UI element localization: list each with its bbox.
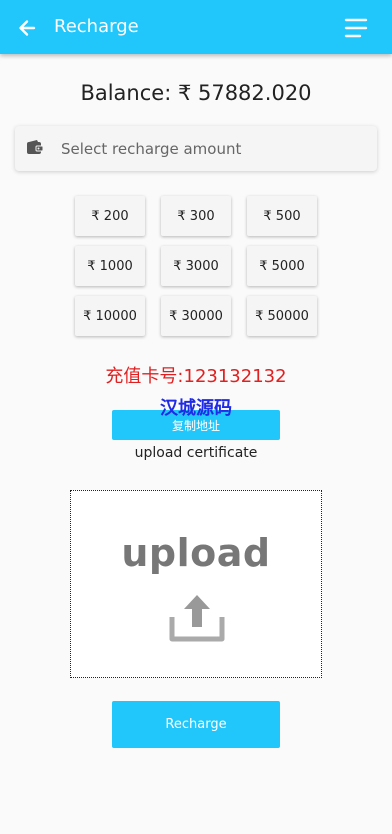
menu-button[interactable]	[344, 16, 368, 40]
select-placeholder: Select recharge amount	[61, 140, 242, 158]
amount-button-1000[interactable]: ₹ 1000	[75, 246, 145, 286]
upload-certificate-area[interactable]: upload	[70, 490, 322, 678]
amount-button-200[interactable]: ₹ 200	[75, 196, 145, 236]
recharge-amount-select[interactable]: Select recharge amount	[15, 126, 377, 171]
amount-button-300[interactable]: ₹ 300	[161, 196, 231, 236]
amount-button-500[interactable]: ₹ 500	[247, 196, 317, 236]
amount-button-50000[interactable]: ₹ 50000	[247, 296, 317, 336]
amount-button-5000[interactable]: ₹ 5000	[247, 246, 317, 286]
upload-certificate-label: upload certificate	[134, 445, 258, 461]
back-button[interactable]	[14, 15, 40, 41]
upload-arrow-icon	[169, 595, 225, 642]
amount-button-30000[interactable]: ₹ 30000	[161, 296, 231, 336]
recharge-screen: Recharge Balance: ₹ 57882.020 Select rec…	[0, 0, 392, 834]
amount-button-10000[interactable]: ₹ 10000	[75, 296, 145, 336]
watermark-text: 汉城源码	[160, 398, 232, 419]
arrow-left-icon	[19, 20, 36, 36]
recharge-card-number: 充值卡号:123132132	[105, 366, 287, 387]
balance-display: Balance: ₹ 57882.020	[80, 81, 312, 105]
upload-placeholder-text: upload	[121, 531, 271, 575]
menu-icon	[344, 18, 368, 38]
page-title: Recharge	[54, 16, 139, 37]
app-bar: Recharge	[0, 0, 392, 54]
amount-button-3000[interactable]: ₹ 3000	[161, 246, 231, 286]
recharge-button[interactable]: Recharge	[112, 701, 280, 748]
wallet-icon	[27, 140, 44, 154]
